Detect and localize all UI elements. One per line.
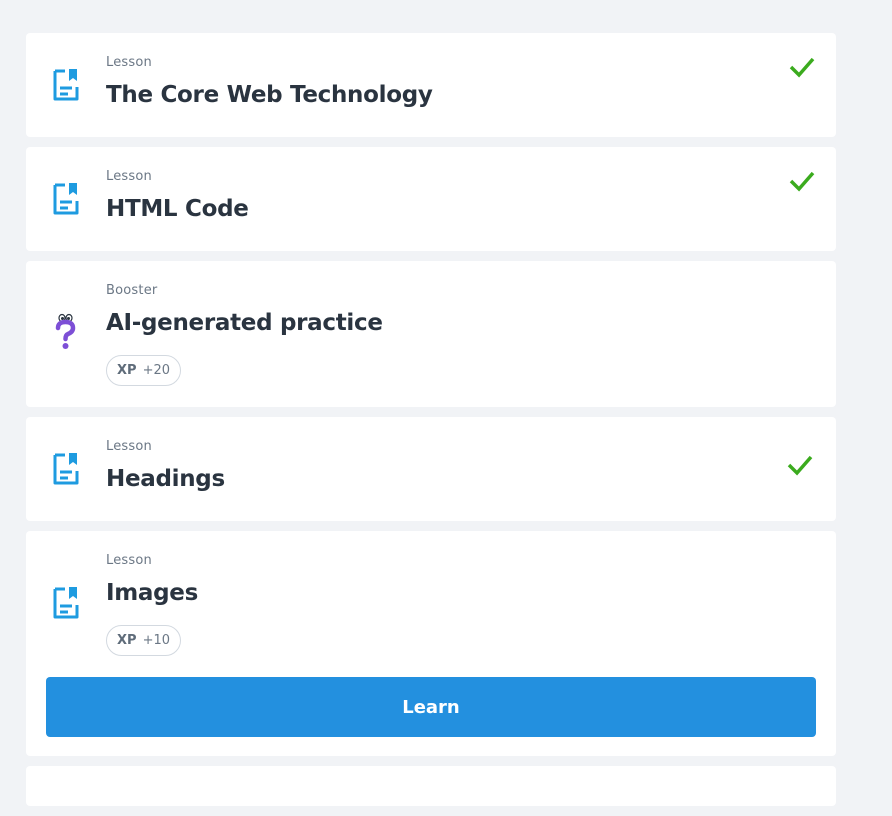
item-type-label: Lesson	[106, 553, 152, 568]
item-type-label: Lesson	[106, 439, 152, 454]
item-title: AI-generated practice	[106, 310, 383, 336]
learn-button[interactable]: Learn	[46, 677, 816, 737]
lesson-document-icon	[52, 67, 80, 103]
lesson-document-icon	[52, 451, 80, 487]
item-type-label: Lesson	[106, 169, 152, 184]
checkmark-icon	[788, 55, 816, 79]
lesson-card-html-code[interactable]: Lesson HTML Code	[26, 147, 836, 251]
checkmark-icon	[788, 169, 816, 193]
xp-label: XP	[117, 633, 137, 648]
item-title: HTML Code	[106, 196, 249, 222]
booster-card-ai-practice[interactable]: Booster AI-generated practice XP +20	[26, 261, 836, 407]
item-type-label: Lesson	[106, 55, 152, 70]
item-title: Headings	[106, 466, 225, 492]
xp-value: +10	[142, 633, 170, 648]
xp-label: XP	[117, 363, 137, 378]
lesson-list: Lesson The Core Web Technology Lesson HT…	[26, 33, 836, 816]
lesson-document-icon	[52, 585, 80, 621]
item-title: Images	[106, 580, 198, 606]
item-type-label: Booster	[106, 283, 158, 298]
lesson-card-core-web-technology[interactable]: Lesson The Core Web Technology	[26, 33, 836, 137]
lesson-card-images[interactable]: Lesson Images XP +10 Learn	[26, 531, 836, 756]
item-title: The Core Web Technology	[106, 82, 433, 108]
lesson-document-icon	[52, 181, 80, 217]
lesson-card-headings[interactable]: Lesson Headings	[26, 417, 836, 521]
xp-value: +20	[142, 363, 170, 378]
checkmark-icon	[786, 453, 814, 477]
xp-badge: XP +20	[106, 355, 181, 386]
xp-badge: XP +10	[106, 625, 181, 656]
next-card[interactable]	[26, 766, 836, 806]
question-mark-icon	[52, 313, 80, 349]
